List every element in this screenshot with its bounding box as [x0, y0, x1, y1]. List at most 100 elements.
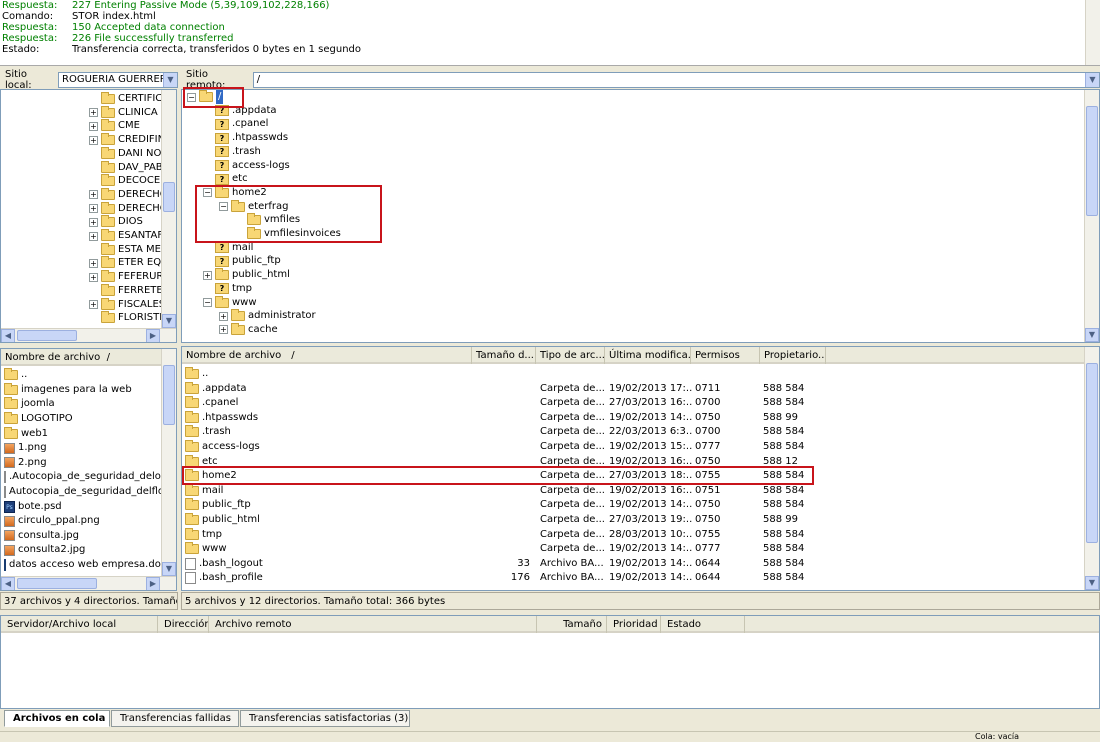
remote-tree-item[interactable]: ? .htpasswds: [203, 131, 288, 145]
remote-file-row[interactable]: .cpanel Carpeta de... 27/03/2013 16:... 070…: [185, 396, 1085, 411]
remote-tree-item[interactable]: ? .cpanel: [203, 117, 268, 131]
expand-icon[interactable]: +: [89, 231, 98, 241]
queue-column-header-3[interactable]: Tamaño: [537, 616, 607, 633]
local-tree-item[interactable]: + CLINICA F: [89, 105, 167, 120]
queue-column-header-2[interactable]: Archivo remoto: [209, 616, 537, 633]
scroll-down-icon[interactable]: ▼: [162, 562, 176, 576]
local-tree-item[interactable]: DANI NOA: [89, 146, 168, 161]
remote-tree-item[interactable]: + administrator: [219, 309, 316, 323]
local-tree-item[interactable]: ESTA ME L: [89, 242, 170, 257]
tab-failed-transfers[interactable]: Transferencias fallidas: [111, 710, 239, 727]
local-file-row[interactable]: joomla: [4, 397, 162, 412]
local-tree-item[interactable]: + ESANTAFE: [89, 229, 169, 243]
local-file-row[interactable]: 1.png: [4, 441, 162, 456]
remote-file-row[interactable]: .bash_profile 176 Archivo BA... 19/02/2013 …: [185, 571, 1085, 586]
remote-file-row[interactable]: access-logs Carpeta de... 19/02/2013 15:..…: [185, 440, 1085, 455]
local-tree-item[interactable]: FERRETEF: [89, 283, 168, 298]
expand-icon[interactable]: +: [203, 270, 212, 280]
local-path-combo[interactable]: ROGUERIA GUERRERO\ ▼: [58, 72, 178, 88]
local-tree-item[interactable]: DECOCEN: [89, 174, 168, 188]
local-tree-item[interactable]: DAV_PABL: [89, 160, 168, 175]
log-scrollbar[interactable]: [1085, 0, 1100, 65]
remote-tree-item[interactable]: ? tmp: [203, 282, 252, 296]
scroll-thumb[interactable]: [17, 578, 97, 589]
local-file-row[interactable]: circulo_ppal.png: [4, 514, 162, 529]
expand-icon[interactable]: +: [219, 325, 228, 335]
expand-icon[interactable]: +: [89, 258, 98, 268]
queue-column-header-0[interactable]: Servidor/Archivo local: [1, 616, 158, 633]
local-file-row[interactable]: web1: [4, 426, 162, 441]
scroll-down-icon[interactable]: ▼: [1085, 576, 1099, 590]
expand-icon[interactable]: +: [89, 121, 98, 131]
remote-file-row[interactable]: ..: [185, 367, 1085, 382]
tab-queued-files[interactable]: Archivos en cola: [4, 710, 110, 727]
queue-column-header-5[interactable]: Estado: [661, 616, 745, 633]
chevron-down-icon[interactable]: ▼: [1085, 73, 1099, 87]
local-file-row[interactable]: datos acceso web empresa.docx: [4, 558, 162, 573]
remote-tree-item[interactable]: ? access-logs: [203, 159, 290, 173]
local-tree-hscroll[interactable]: ◀ ▶: [1, 328, 176, 342]
local-tree-item[interactable]: + DERECHO: [89, 187, 168, 202]
local-file-row[interactable]: ..: [4, 368, 162, 383]
column-header-2[interactable]: Tipo de arc...: [536, 347, 605, 364]
local-file-row[interactable]: consulta2.jpg: [4, 543, 162, 558]
local-file-row[interactable]: Ps bote.psd: [4, 499, 162, 514]
remote-file-row[interactable]: mail Carpeta de... 19/02/2013 16:... 0751 58…: [185, 483, 1085, 499]
scroll-left-icon[interactable]: ◀: [1, 577, 15, 590]
collapse-icon[interactable]: −: [203, 298, 212, 307]
remote-tree-item[interactable]: ? public_ftp: [203, 254, 281, 268]
remote-tree-item[interactable]: ? .trash: [203, 145, 261, 159]
local-file-row[interactable]: 2.png: [4, 456, 162, 471]
local-tree-item[interactable]: + DIOS: [89, 215, 143, 229]
scroll-right-icon[interactable]: ▶: [146, 577, 160, 590]
expand-icon[interactable]: +: [219, 311, 228, 321]
local-file-row[interactable]: Autocopia_de_seguridad_delflogo: [4, 485, 162, 500]
local-file-row[interactable]: imagenes para la web: [4, 382, 162, 398]
queue-column-header-1[interactable]: Dirección: [158, 616, 209, 633]
local-file-row[interactable]: consulta.jpg: [4, 529, 162, 544]
remote-tree-item[interactable]: − www: [203, 295, 257, 310]
scroll-thumb[interactable]: [163, 365, 175, 425]
column-header-1[interactable]: Tamaño d...: [472, 347, 536, 364]
remote-file-row[interactable]: public_ftp Carpeta de... 19/02/2013 14:...…: [185, 498, 1085, 513]
local-tree-item[interactable]: + DERECHO: [89, 201, 168, 216]
column-header-0[interactable]: Nombre de archivo /: [182, 347, 472, 364]
expand-icon[interactable]: +: [89, 135, 98, 145]
remote-list-vscroll[interactable]: ▼: [1084, 347, 1099, 590]
remote-tree-item[interactable]: + cache: [219, 322, 278, 337]
local-tree-item[interactable]: + CREDIFIN: [89, 133, 165, 147]
column-header-4[interactable]: Permisos: [691, 347, 760, 364]
remote-file-row[interactable]: .bash_logout 33 Archivo BA... 19/02/2013 14…: [185, 557, 1085, 572]
chevron-down-icon[interactable]: ▼: [163, 73, 177, 87]
expand-icon[interactable]: +: [89, 190, 98, 200]
expand-icon[interactable]: +: [89, 108, 98, 118]
column-header-3[interactable]: Última modifica...: [605, 347, 691, 364]
local-file-row[interactable]: LOGOTIPO: [4, 412, 162, 427]
scroll-thumb[interactable]: [17, 330, 77, 341]
scroll-down-icon[interactable]: ▼: [162, 314, 176, 328]
local-tree-item[interactable]: CERTIFIC: [89, 92, 162, 106]
local-tree-vscroll[interactable]: ▼: [161, 90, 176, 328]
expand-icon[interactable]: +: [89, 204, 98, 214]
local-tree-item[interactable]: + FISCALES: [89, 297, 165, 312]
expand-icon[interactable]: +: [89, 217, 98, 227]
queue-column-header-4[interactable]: Prioridad: [607, 616, 661, 633]
expand-icon[interactable]: +: [89, 272, 98, 282]
column-header-filename[interactable]: Nombre de archivo /: [1, 349, 162, 366]
scroll-thumb[interactable]: [163, 182, 175, 212]
remote-file-row[interactable]: tmp Carpeta de... 28/03/2013 10:... 0755 588…: [185, 527, 1085, 543]
remote-file-row[interactable]: www Carpeta de... 19/02/2013 14:... 0777 588…: [185, 542, 1085, 557]
scroll-thumb[interactable]: [1086, 106, 1098, 216]
tab-successful-transfers[interactable]: Transferencias satisfactorias (3): [240, 710, 410, 727]
column-header-5[interactable]: Propietario...: [760, 347, 826, 364]
local-tree-item[interactable]: + FEFERURA: [89, 270, 170, 284]
remote-tree-vscroll[interactable]: ▼: [1084, 90, 1099, 342]
scroll-thumb[interactable]: [1086, 363, 1098, 543]
local-list-vscroll[interactable]: ▼: [161, 349, 176, 576]
remote-file-row[interactable]: .htpasswds Carpeta de... 19/02/2013 14:...…: [185, 410, 1085, 426]
local-tree-item[interactable]: FLORISTE: [89, 311, 166, 325]
remote-path-combo[interactable]: / ▼: [252, 72, 1100, 88]
scroll-right-icon[interactable]: ▶: [146, 329, 160, 342]
local-file-row[interactable]: .Autocopia_de_seguridad_delogo d: [4, 470, 162, 485]
local-list-hscroll[interactable]: ◀ ▶: [1, 576, 176, 590]
